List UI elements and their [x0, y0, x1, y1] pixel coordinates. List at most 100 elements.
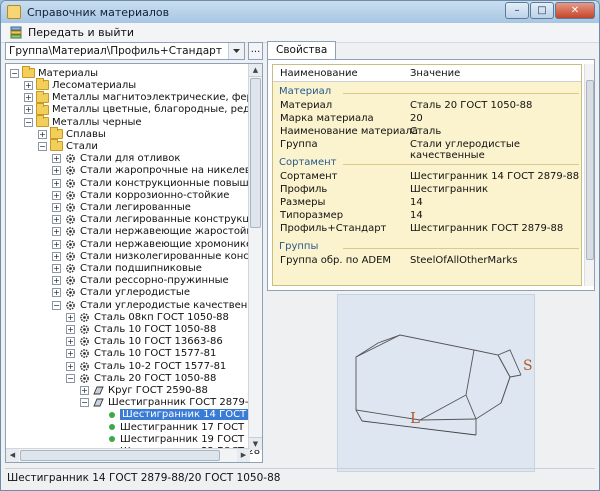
property-section-title[interactable]: Материал	[279, 86, 331, 97]
tree-item[interactable]: + Стали легированные	[52, 201, 191, 214]
property-row[interactable]: Профиль+Стандарт Шестигранник ГОСТ 2879-8…	[273, 223, 581, 236]
property-row[interactable]: Сортамент Шестигранник 14 ГОСТ 2879-88	[273, 171, 581, 184]
tree-item[interactable]: − Металлы черные	[24, 115, 142, 129]
expand-icon[interactable]: +	[52, 178, 61, 188]
property-row[interactable]: Группа Стали углеродистые качественные	[273, 139, 581, 161]
tree-hscroll-thumb[interactable]	[20, 450, 220, 461]
maximize-button[interactable]: □	[530, 2, 554, 19]
expand-icon[interactable]: +	[52, 202, 61, 212]
tree-item-label: Сталь 10-2 ГОСТ 1577-81	[94, 360, 227, 372]
property-section-title[interactable]: Группы	[279, 241, 318, 252]
tree-item[interactable]: + Сталь 08кп ГОСТ 1050-88	[66, 311, 229, 324]
tree-horizontal-scrollbar[interactable]: ◀ ▶	[6, 448, 250, 462]
tree-item[interactable]: + Стали легированные конструкционные	[52, 213, 262, 226]
expand-icon[interactable]: +	[66, 312, 75, 322]
property-name: Сортамент	[280, 171, 338, 182]
expand-icon[interactable]: +	[80, 385, 89, 395]
collapse-icon[interactable]: −	[52, 300, 61, 310]
tree-item[interactable]: + Сталь 10 ГОСТ 13663-86	[66, 335, 223, 348]
properties-scrollbar[interactable]	[584, 64, 594, 286]
tree-item[interactable]: Шестигранник 14 ГОСТ 2879-88	[94, 409, 262, 422]
ellipsis-button[interactable]: ...	[248, 42, 263, 60]
tree-item[interactable]: + Стали нержавеющие хромоникелевые	[52, 238, 262, 251]
tree-item[interactable]: + Стали низколегированные конструкционные	[52, 250, 262, 263]
collapse-icon[interactable]: −	[66, 373, 75, 383]
collapse-icon[interactable]: −	[10, 68, 19, 78]
properties-scroll-thumb[interactable]	[586, 80, 594, 260]
tree-item[interactable]: − Сталь 20 ГОСТ 1050-88	[66, 372, 216, 385]
property-row[interactable]: Размеры 14	[273, 197, 581, 210]
transfer-and-exit-button[interactable]: Передать и выйти	[9, 26, 134, 40]
tree-vertical-scrollbar[interactable]: ▲ ▼	[248, 64, 262, 450]
tree-item[interactable]: + Стали подшипниковые	[52, 262, 202, 275]
tree-item[interactable]: + Стали коррозионно-стойкие	[52, 189, 229, 202]
expand-icon[interactable]: +	[52, 263, 61, 273]
property-row[interactable]: Материал Сталь 20 ГОСТ 1050-88	[273, 100, 581, 113]
tree-item[interactable]: + Стали для отливок	[52, 152, 180, 165]
expand-icon[interactable]: +	[52, 251, 61, 261]
tree-item[interactable]: Шестигранник 19 ГОСТ 2879-88	[94, 433, 262, 446]
tree-item[interactable]: + Сталь 10-2 ГОСТ 1577-81	[66, 360, 226, 373]
tree-item[interactable]: + Стали углеродистые	[52, 287, 190, 300]
expand-icon[interactable]: +	[52, 288, 61, 298]
title-bar[interactable]: Справочник материалов – □ ✕	[1, 1, 599, 23]
expand-icon[interactable]: +	[66, 337, 75, 347]
profile-icon	[92, 397, 105, 408]
property-section-title[interactable]: Сортамент	[279, 157, 336, 168]
tree-item[interactable]: + Стали нержавеющие жаростойкие, жаропро	[52, 226, 262, 239]
tree-item[interactable]: − Стали углеродистые качественные	[52, 299, 262, 312]
tree-item[interactable]: + Сталь 10 ГОСТ 1050-88	[66, 323, 216, 336]
tree-item[interactable]: + Металлы цветные, благородные, редкие	[24, 102, 262, 117]
expand-icon[interactable]: +	[24, 105, 33, 115]
collapse-icon[interactable]: −	[24, 117, 33, 127]
property-row[interactable]: Наименование материала Сталь	[273, 126, 581, 139]
tree-item[interactable]: + Стали рессорно-пружинные	[52, 274, 229, 287]
gear-icon	[64, 190, 77, 201]
tree-item[interactable]: − Материалы	[10, 66, 98, 80]
tree-scroll-thumb[interactable]	[250, 78, 261, 228]
scroll-right-icon[interactable]: ▶	[237, 449, 250, 462]
property-row[interactable]: Профиль Шестигранник	[273, 184, 581, 197]
tree-item[interactable]: − Стали	[38, 139, 98, 153]
chevron-down-icon[interactable]	[228, 43, 244, 59]
expand-icon[interactable]: +	[66, 324, 75, 334]
tree-item-label: Стали рессорно-пружинные	[80, 275, 229, 287]
gear-icon	[64, 300, 77, 311]
grouping-select[interactable]: Группа\Материал\Профиль+Стандарт	[5, 42, 245, 60]
tree-item[interactable]: + Круг ГОСТ 2590-88	[80, 384, 208, 397]
collapse-icon[interactable]: −	[80, 398, 89, 408]
property-row[interactable]: Группа обр. по ADEM SteelOfAllOtherMarks	[273, 255, 581, 268]
minimize-button[interactable]: –	[505, 2, 529, 19]
tree-item[interactable]: + Сплавы	[38, 127, 106, 141]
tree-item[interactable]: + Стали жаропрочные на никелевой основе	[52, 165, 262, 178]
property-row[interactable]: Марка материала 20	[273, 113, 581, 126]
tree-item[interactable]: − Шестигранник ГОСТ 2879-88	[80, 396, 261, 409]
expand-icon[interactable]: +	[52, 215, 61, 225]
expand-icon[interactable]: +	[52, 154, 61, 164]
tree-item[interactable]: + Стали конструкционные повышенной и выс	[52, 177, 262, 190]
scroll-left-icon[interactable]: ◀	[6, 449, 19, 462]
tree-item[interactable]: + Сталь 10 ГОСТ 1577-81	[66, 348, 216, 361]
expand-icon[interactable]: +	[24, 80, 33, 90]
tree-item-label: Сплавы	[66, 128, 106, 140]
tree-item[interactable]: Шестигранник 17 ГОСТ 2879-88	[94, 421, 262, 434]
expand-icon[interactable]: +	[52, 227, 61, 237]
close-button[interactable]: ✕	[555, 2, 595, 19]
expand-icon[interactable]: +	[52, 276, 61, 286]
property-name: Размеры	[280, 197, 326, 208]
tree-item[interactable]: + Металлы магнитоэлектрические, ферромагн…	[24, 90, 262, 104]
expand-icon[interactable]: +	[24, 93, 33, 103]
tab-properties[interactable]: Свойства	[267, 41, 337, 59]
materials-tree: − Материалы + Лесоматериалы + Металлы магнито…	[5, 63, 263, 463]
expand-icon[interactable]: +	[52, 166, 61, 176]
expand-icon[interactable]: +	[66, 361, 75, 371]
expand-icon[interactable]: +	[38, 129, 47, 139]
scroll-down-icon[interactable]: ▼	[249, 437, 262, 450]
scroll-up-icon[interactable]: ▲	[249, 64, 262, 77]
expand-icon[interactable]: +	[66, 349, 75, 359]
expand-icon[interactable]: +	[52, 239, 61, 249]
collapse-icon[interactable]: −	[38, 141, 47, 151]
tree-item-label: Шестигранник 19 ГОСТ 2879-88	[120, 433, 262, 445]
property-row[interactable]: Типоразмер 14	[273, 210, 581, 223]
expand-icon[interactable]: +	[52, 190, 61, 200]
